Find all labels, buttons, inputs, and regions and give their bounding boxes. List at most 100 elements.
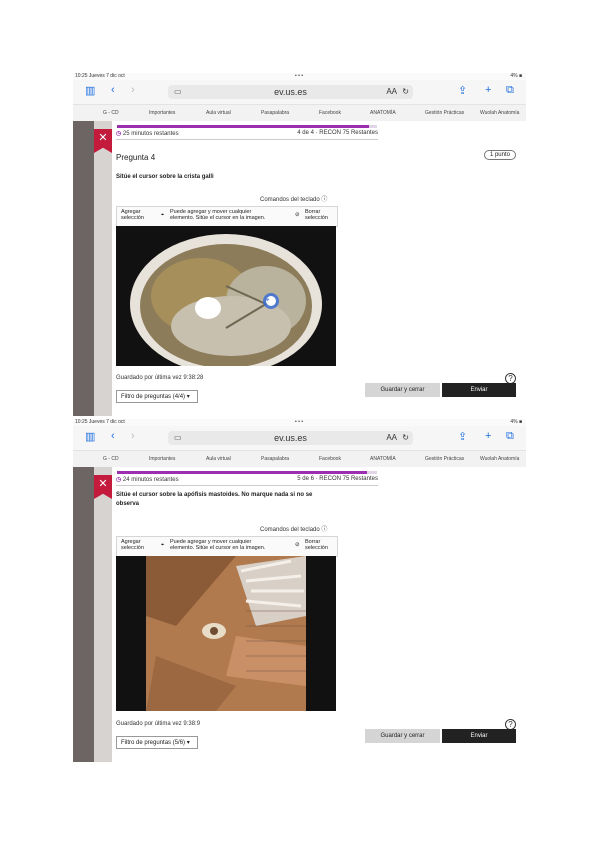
toolbar-hint: Puede agregar y mover cualquier elemento… <box>170 209 266 221</box>
share-icon[interactable]: ⇪ <box>458 84 467 97</box>
battery: 4% ■ <box>510 419 522 425</box>
instruction: Sitúe el cursor sobre la crista galli <box>116 174 214 180</box>
question-title: Pregunta 4 <box>116 153 156 162</box>
background-page <box>73 121 112 416</box>
skull-base-illustration <box>116 226 336 366</box>
add-selection-button[interactable]: Agregar selección <box>121 209 156 221</box>
hotspot-toolbar: Agregar selección ⌖ Puede agregar y move… <box>116 536 338 557</box>
bookmark-item[interactable]: Pasapalabra <box>261 456 289 462</box>
cursor-icon: ⌖ <box>161 542 165 548</box>
address-bar[interactable]: ▭ ev.us.es AA ↻ <box>168 431 413 445</box>
bookmark-item[interactable]: Wuolah Anatomía <box>480 456 519 462</box>
keyboard-commands-link[interactable]: Comandos del teclado ⓘ <box>260 194 327 203</box>
reader-button[interactable]: AA <box>386 431 397 445</box>
back-icon[interactable]: ‹ <box>111 84 115 96</box>
test-meta: ◷ 25 minutos restantes 4 de 4 · RECON 75… <box>116 130 378 140</box>
bookmark-item[interactable]: G - CD <box>103 456 119 462</box>
clock: 10:25 Jueves 7 dic oct <box>75 73 125 79</box>
status-line: 4 de 4 · RECON 75 Restantes <box>297 130 378 136</box>
time-remaining: 24 minutos restantes <box>122 477 179 483</box>
bookmark-item[interactable]: Aula virtual <box>206 456 231 462</box>
submit-button[interactable]: Enviar <box>442 383 516 397</box>
saved-status: Guardado por última vez 9:38:28 <box>116 375 204 381</box>
browser-toolbar: ▥ ‹ › ▭ ev.us.es AA ↻ ⇪ + ⧉ <box>73 80 526 105</box>
status-line: 5 de 6 · RECON 75 Restantes <box>297 476 378 482</box>
save-close-button[interactable]: Guardar y cerrar <box>365 383 440 397</box>
cursor-icon: ⌖ <box>161 212 165 218</box>
sidebar-icon[interactable]: ▥ <box>85 430 95 443</box>
multitask-dots[interactable]: • • • <box>295 419 303 426</box>
question-panel: ◷ 25 minutos restantes 4 de 4 · RECON 75… <box>112 121 526 416</box>
bookmark-item[interactable]: Facebook <box>319 110 341 116</box>
background-page <box>73 467 112 762</box>
clear-selection-button[interactable]: Borrar selección <box>305 539 337 551</box>
bookmark-item[interactable]: Gestión Prácticas <box>425 110 464 116</box>
bookmark-item[interactable]: Importantes <box>149 456 175 462</box>
progress-fill <box>117 471 367 474</box>
url-text: ev.us.es <box>274 433 307 443</box>
bookmark-item[interactable]: ANATOMÍA <box>370 110 396 116</box>
save-close-button[interactable]: Guardar y cerrar <box>365 729 440 743</box>
timer-icon: ◷ <box>116 477 122 483</box>
add-selection-button[interactable]: Agregar selección <box>121 539 156 551</box>
skull-image[interactable]: ⌖ <box>116 226 336 366</box>
browser-toolbar: ▥ ‹ › ▭ ev.us.es AA ↻ ⇪ + ⧉ <box>73 426 526 451</box>
bookmark-item[interactable]: Aula virtual <box>206 110 231 116</box>
reload-icon[interactable]: ↻ <box>402 431 409 445</box>
url-text: ev.us.es <box>274 87 307 97</box>
progress-bar <box>117 125 377 128</box>
saved-status: Guardado por última vez 9:38:9 <box>116 721 201 727</box>
toolbar-hint: Puede agregar y mover cualquier elemento… <box>170 539 266 551</box>
keyboard-commands-link[interactable]: Comandos del teclado ⓘ <box>260 524 327 533</box>
screenshot-1: 10:25 Jueves 7 dic oct • • • 4% ■ ▥ ‹ › … <box>73 73 526 416</box>
test-meta: ◷ 24 minutos restantes 5 de 6 · RECON 75… <box>116 476 378 486</box>
add-tab-icon[interactable]: + <box>485 84 491 96</box>
screenshot-2: 10:25 Jueves 7 dic oct • • • 4% ■ ▥ ‹ › … <box>73 419 526 762</box>
tabs-icon[interactable]: ⧉ <box>506 430 514 443</box>
forward-icon[interactable]: › <box>131 430 135 442</box>
forward-icon[interactable]: › <box>131 84 135 96</box>
bookmark-item[interactable]: Facebook <box>319 456 341 462</box>
question-filter-button[interactable]: Filtro de preguntas (4/4) ▾ <box>116 390 198 403</box>
lock-icon: ▭ <box>174 433 182 442</box>
progress-bar <box>117 471 377 474</box>
bookmark-item[interactable]: ANATOMÍA <box>370 456 396 462</box>
time-remaining: 25 minutos restantes <box>122 131 179 137</box>
head-dissection-illustration <box>116 556 336 711</box>
question-filter-button[interactable]: Filtro de preguntas (5/6) ▾ <box>116 736 198 749</box>
bookmark-item[interactable]: Pasapalabra <box>261 110 289 116</box>
share-icon[interactable]: ⇪ <box>458 430 467 443</box>
reader-button[interactable]: AA <box>386 85 397 99</box>
bookmark-item[interactable]: G - CD <box>103 110 119 116</box>
eraser-icon: ⊘ <box>295 212 300 218</box>
multitask-dots[interactable]: • • • <box>295 73 303 80</box>
submit-button[interactable]: Enviar <box>442 729 516 743</box>
bookmark-item[interactable]: Gestión Prácticas <box>425 456 464 462</box>
clock: 10:25 Jueves 7 dic oct <box>75 419 125 425</box>
timer-icon: ◷ <box>116 131 122 137</box>
info-icon: ⓘ <box>321 197 328 203</box>
points-badge: 1 punto <box>483 150 516 160</box>
clear-selection-button[interactable]: Borrar selección <box>305 209 337 221</box>
instruction: Sitúe el cursor sobre la apófisis mastoi… <box>116 492 313 507</box>
back-icon[interactable]: ‹ <box>111 430 115 442</box>
sidebar-icon[interactable]: ▥ <box>85 84 95 97</box>
address-bar[interactable]: ▭ ev.us.es AA ↻ <box>168 85 413 99</box>
bookmarks-bar: G - CD Importantes Aula virtual Pasapala… <box>73 105 526 122</box>
status-bar: 10:25 Jueves 7 dic oct • • • 4% ■ <box>73 419 526 426</box>
lock-icon: ▭ <box>174 87 182 96</box>
add-tab-icon[interactable]: + <box>485 430 491 442</box>
progress-fill <box>117 125 370 128</box>
battery: 4% ■ <box>510 73 522 79</box>
hotspot-toolbar: Agregar selección ⌖ Puede agregar y move… <box>116 206 338 227</box>
dissection-image[interactable] <box>116 556 336 711</box>
bookmark-item[interactable]: Importantes <box>149 110 175 116</box>
info-icon: ⓘ <box>321 527 328 533</box>
bookmarks-bar: G - CD Importantes Aula virtual Pasapala… <box>73 451 526 468</box>
bookmark-item[interactable]: Wuolah Anatomía <box>480 110 519 116</box>
hotspot-marker-icon[interactable]: ⌖ <box>265 295 270 305</box>
tabs-icon[interactable]: ⧉ <box>506 84 514 97</box>
status-bar: 10:25 Jueves 7 dic oct • • • 4% ■ <box>73 73 526 80</box>
eraser-icon: ⊘ <box>295 542 300 548</box>
reload-icon[interactable]: ↻ <box>402 85 409 99</box>
